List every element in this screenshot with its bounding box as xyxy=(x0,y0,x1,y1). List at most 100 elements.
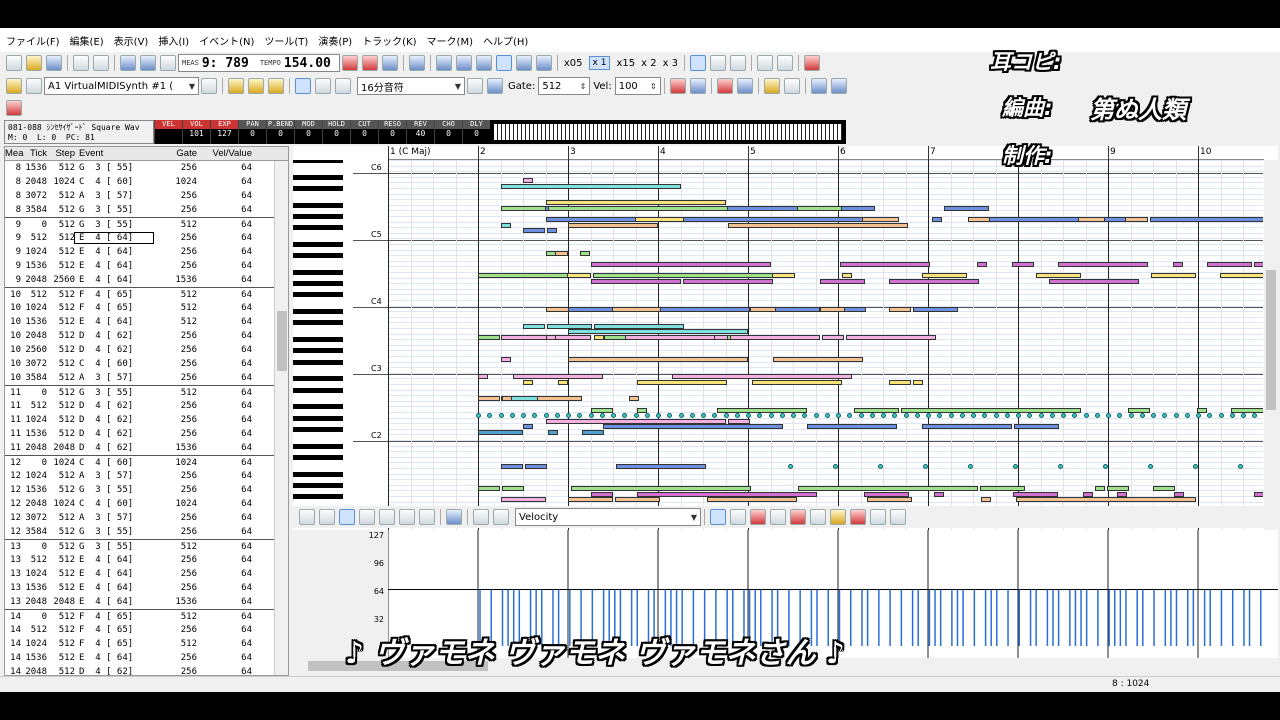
page-icon[interactable] xyxy=(93,55,109,71)
line-icon[interactable] xyxy=(319,509,335,525)
drum-note[interactable] xyxy=(968,464,973,469)
note[interactable] xyxy=(682,217,863,223)
black-key[interactable] xyxy=(293,160,343,163)
menu-item[interactable]: トラック(K) xyxy=(362,33,416,48)
table-row[interactable]: 13 0 512 G 3 [ 55] 512 64 xyxy=(5,539,288,553)
note[interactable] xyxy=(1254,262,1263,267)
drum-note[interactable] xyxy=(1196,413,1201,418)
note[interactable] xyxy=(547,323,592,329)
note[interactable] xyxy=(682,278,773,284)
table-row[interactable]: 9 512 512 E 4 [ 64] 256 64 xyxy=(5,231,288,245)
speed-x3[interactable]: x 3 xyxy=(663,58,678,69)
table-row[interactable]: 13 1536 512 E 4 [ 64] 256 64 xyxy=(5,581,288,595)
note[interactable] xyxy=(625,334,715,340)
note[interactable] xyxy=(536,396,582,402)
black-key[interactable] xyxy=(293,482,343,488)
note[interactable] xyxy=(1253,491,1263,497)
table-row[interactable]: 8 2048 1024 C 4 [ 60] 1024 64 xyxy=(5,175,288,189)
table-row[interactable]: 10 3072 512 C 4 [ 60] 256 64 xyxy=(5,357,288,371)
note[interactable] xyxy=(989,217,1079,223)
event-list-view-icon[interactable] xyxy=(690,55,707,71)
menu-item[interactable]: イベント(N) xyxy=(199,33,254,48)
note[interactable] xyxy=(568,306,613,312)
black-key[interactable] xyxy=(293,225,343,231)
note[interactable] xyxy=(1172,262,1183,267)
black-key[interactable] xyxy=(293,337,343,343)
note[interactable] xyxy=(672,374,852,379)
note[interactable] xyxy=(944,206,989,211)
drum-note[interactable] xyxy=(858,413,864,418)
black-key[interactable] xyxy=(293,404,343,410)
note[interactable] xyxy=(500,206,546,211)
note[interactable] xyxy=(545,250,556,256)
note[interactable] xyxy=(1150,273,1196,279)
drum-note[interactable] xyxy=(678,413,684,418)
note[interactable] xyxy=(545,418,726,424)
eraser-icon[interactable] xyxy=(493,509,509,525)
drum-note[interactable] xyxy=(1193,464,1198,469)
table-row[interactable]: 10 1536 512 E 4 [ 64] 512 64 xyxy=(5,315,288,329)
note[interactable] xyxy=(500,357,511,363)
note[interactable] xyxy=(1207,262,1252,267)
note[interactable] xyxy=(1196,407,1207,413)
note[interactable] xyxy=(637,491,817,497)
black-key[interactable] xyxy=(293,253,343,259)
note[interactable] xyxy=(727,418,750,424)
speed-x1[interactable]: x 1 xyxy=(588,56,611,70)
table-row[interactable]: 14 0 512 F 4 [ 65] 512 64 xyxy=(5,609,288,623)
note[interactable] xyxy=(500,222,511,228)
pen-icon[interactable] xyxy=(299,509,315,525)
drum-note[interactable] xyxy=(566,413,571,418)
note[interactable] xyxy=(797,206,842,211)
measure-ruler[interactable]: 1 (C Maj) 2 3 4 5 6 7 8 9 10 xyxy=(388,146,1264,160)
table-row[interactable]: 12 3072 512 A 3 [ 57] 256 64 xyxy=(5,511,288,525)
note[interactable] xyxy=(545,200,726,206)
table-row[interactable]: 10 2048 512 D 4 [ 62] 256 64 xyxy=(5,329,288,343)
table-row[interactable]: 9 2048 2560 E 4 [ 64] 1536 64 xyxy=(5,273,288,287)
drum-note[interactable] xyxy=(723,413,729,418)
note[interactable] xyxy=(707,497,797,503)
speed-x2[interactable]: x 2 xyxy=(641,58,656,69)
drum-note[interactable] xyxy=(971,413,976,418)
note[interactable] xyxy=(1174,491,1184,497)
mini-keyboard[interactable] xyxy=(494,124,842,140)
table-row[interactable]: 8 1536 512 G 3 [ 55] 256 64 xyxy=(5,161,288,175)
note[interactable] xyxy=(557,379,568,385)
track-icon[interactable] xyxy=(6,78,22,94)
drum-note[interactable] xyxy=(689,413,695,418)
curve-up-icon[interactable] xyxy=(359,509,375,525)
zoom-vertical-out-icon[interactable] xyxy=(736,78,753,94)
rect-select-icon[interactable] xyxy=(473,509,489,525)
table-row[interactable]: 14 1536 512 E 4 [ 64] 256 64 xyxy=(5,651,288,665)
drum-note[interactable] xyxy=(734,413,740,418)
table-row[interactable]: 10 1024 512 F 4 [ 65] 512 64 xyxy=(5,301,288,315)
note[interactable] xyxy=(913,306,958,312)
measure-label[interactable]: 1 (C Maj) xyxy=(390,147,431,157)
drum-note[interactable] xyxy=(923,464,928,469)
step-back-icon[interactable] xyxy=(475,55,492,71)
note[interactable] xyxy=(977,262,987,267)
note[interactable] xyxy=(980,486,1025,491)
note[interactable] xyxy=(842,273,852,279)
drum-note[interactable] xyxy=(701,413,706,418)
drum-note[interactable] xyxy=(813,413,819,418)
note[interactable] xyxy=(478,334,500,340)
sync-icon[interactable] xyxy=(381,55,398,71)
note[interactable] xyxy=(774,306,820,312)
speed-x05[interactable]: x05 xyxy=(564,58,583,69)
quantize-icon[interactable] xyxy=(487,78,503,94)
col-gate[interactable]: Gate xyxy=(153,148,197,159)
note[interactable] xyxy=(660,306,750,312)
note[interactable] xyxy=(716,407,807,413)
menu-item[interactable]: ファイル(F) xyxy=(6,33,60,48)
note[interactable] xyxy=(602,424,783,430)
note[interactable] xyxy=(616,463,706,469)
drum-note[interactable] xyxy=(476,413,481,418)
note[interactable] xyxy=(637,407,647,413)
note[interactable] xyxy=(889,278,979,284)
note[interactable] xyxy=(1103,217,1126,223)
scroll-thumb[interactable] xyxy=(1266,270,1276,410)
drum-note[interactable] xyxy=(926,413,931,418)
menu-item[interactable]: マーク(M) xyxy=(427,33,473,48)
curve-view-icon[interactable] xyxy=(750,509,766,525)
